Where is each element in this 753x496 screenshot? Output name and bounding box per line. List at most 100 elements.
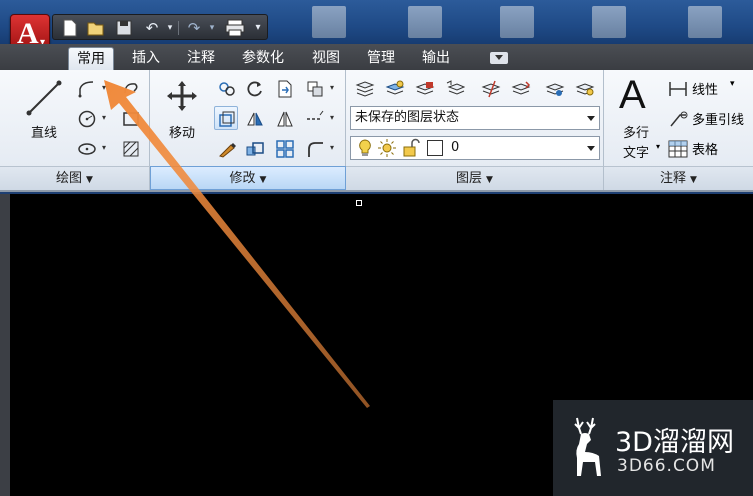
chevron-down-icon: ▼ (259, 175, 267, 185)
linear-label: 线性 (692, 83, 719, 98)
chevron-down-icon[interactable]: ▾ (100, 106, 108, 130)
sun-icon (377, 138, 397, 166)
watermark-url: 3D66.COM (617, 456, 716, 476)
chevron-down-icon[interactable]: ▾ (656, 142, 660, 151)
stretch-button[interactable] (214, 106, 238, 130)
fillet-button[interactable] (272, 106, 296, 130)
layer-unisolate-icon[interactable] (442, 76, 466, 100)
polyline-button[interactable] (74, 76, 98, 100)
chevron-down-icon[interactable]: ▾ (328, 106, 336, 130)
chevron-down-icon[interactable]: ▾ (100, 76, 108, 100)
line-label: 直线 (30, 126, 57, 141)
chamfer-button[interactable] (302, 136, 326, 160)
chevron-down-icon: ▾ (730, 79, 735, 89)
window-frame (0, 194, 10, 496)
desktop-thumbnail (592, 6, 626, 38)
chevron-down-icon: ▼ (486, 175, 493, 185)
chevron-down-icon[interactable]: ▾ (100, 136, 108, 160)
current-layer-value: 0 (451, 140, 460, 155)
chevron-down-icon: ▼ (86, 175, 93, 185)
array-button[interactable] (272, 136, 296, 160)
circle-button[interactable] (74, 106, 98, 130)
plot-icon[interactable] (225, 19, 245, 37)
layer-state-value: 未保存的图层状态 (355, 110, 460, 125)
move-label: 移动 (168, 126, 195, 141)
new-icon[interactable] (61, 19, 79, 37)
multileader-button[interactable]: 多重引线 (668, 108, 753, 130)
tab-output[interactable]: 输出 (414, 47, 458, 70)
crosshair-cursor (356, 200, 362, 206)
annotation-panel-title[interactable]: 注释 ▼ (604, 166, 753, 190)
customize-qat-icon[interactable]: ▾ (249, 19, 267, 37)
desktop-thumbnail (500, 6, 534, 38)
layer-match-icon[interactable] (478, 76, 502, 100)
ellipse-button[interactable] (74, 136, 98, 160)
copy-button[interactable] (214, 76, 238, 100)
layer-color-swatch (427, 140, 443, 156)
tab-manage[interactable]: 管理 (359, 47, 403, 70)
open-icon[interactable] (87, 19, 105, 37)
draw-panel: 直线 ▾ ▾ ▾ (0, 70, 150, 166)
erase-button[interactable] (302, 76, 326, 100)
tab-annotate[interactable]: 注释 (179, 47, 223, 70)
save-icon[interactable] (115, 19, 133, 37)
separator (178, 21, 179, 35)
undo-icon[interactable]: ↶ (143, 19, 161, 37)
layer-dropdown[interactable]: 0 (350, 136, 600, 160)
watermark-title: 3D溜溜网 (615, 427, 734, 458)
quick-access-toolbar: ↶ ▾ ↷ ▾ ▾ (52, 14, 268, 40)
multileader-label: 多重引线 (692, 113, 745, 128)
layers-panel-title-label: 图层 (456, 171, 483, 186)
redo-icon[interactable]: ↷ (185, 19, 203, 37)
redo-dropdown-icon[interactable]: ▾ (203, 19, 221, 37)
mirror-button[interactable] (242, 106, 266, 130)
scale-button[interactable] (242, 136, 266, 160)
modify-panel: 移动 ▾ ▾ ▾ (150, 70, 346, 166)
draw-panel-title-label: 绘图 (56, 171, 83, 186)
desktop-thumbnail (688, 6, 722, 38)
offset-button[interactable] (214, 136, 238, 160)
layer-previous-icon[interactable] (508, 76, 532, 100)
rectangle-button[interactable] (118, 106, 142, 130)
layer-off-icon[interactable] (542, 76, 566, 100)
layer-properties-icon[interactable] (352, 76, 376, 100)
line-button[interactable] (20, 74, 66, 120)
minimize-ribbon-button[interactable] (490, 52, 508, 64)
arc-button[interactable] (118, 76, 142, 100)
undo-dropdown-icon[interactable]: ▾ (161, 19, 179, 37)
linear-dimension-button[interactable]: 线性 ▾ (668, 78, 753, 100)
trim-button[interactable] (272, 76, 296, 100)
tab-insert[interactable]: 插入 (124, 47, 168, 70)
mtext-button[interactable]: A (614, 73, 658, 118)
explode-button[interactable] (302, 106, 326, 130)
unlock-icon (401, 138, 421, 166)
ribbon-tab-bar: 常用 插入 注释 参数化 视图 管理 输出 (0, 44, 753, 70)
autocad-window: A ▾ ↶ ▾ ↷ ▾ ▾ 常用 插入 注释 参数化 视图 管理 输出 直线 ▾… (0, 0, 753, 496)
layers-panel: 未保存的图层状态 0 (346, 70, 604, 166)
tab-view[interactable]: 视图 (304, 47, 348, 70)
layer-state-icon[interactable] (382, 76, 406, 100)
desktop-thumbnail (408, 6, 442, 38)
layer-isolate-icon[interactable] (412, 76, 436, 100)
chevron-down-icon (587, 116, 595, 121)
tab-parametric[interactable]: 参数化 (234, 47, 292, 70)
table-icon (668, 140, 688, 158)
modify-panel-title[interactable]: 修改 ▼ (150, 166, 346, 190)
hatch-button[interactable] (118, 136, 142, 160)
chevron-down-icon[interactable]: ▾ (328, 136, 336, 160)
deer-logo-icon (574, 417, 601, 476)
chevron-down-icon (587, 146, 595, 151)
table-button[interactable]: 表格 (668, 138, 753, 160)
draw-panel-title[interactable]: 绘图 ▼ (0, 166, 150, 190)
layer-freeze-icon[interactable] (572, 76, 596, 100)
modify-panel-title-label: 修改 (229, 171, 256, 186)
annotation-panel-title-label: 注释 (660, 171, 687, 186)
linear-dimension-icon (669, 82, 687, 96)
layer-state-dropdown[interactable]: 未保存的图层状态 (350, 106, 600, 130)
mtext-label-1: 多行 (622, 126, 649, 141)
tab-home[interactable]: 常用 (68, 47, 114, 70)
rotate-button[interactable] (242, 76, 266, 100)
move-button[interactable] (162, 76, 200, 114)
chevron-down-icon[interactable]: ▾ (328, 76, 336, 100)
layers-panel-title[interactable]: 图层 ▼ (346, 166, 604, 190)
